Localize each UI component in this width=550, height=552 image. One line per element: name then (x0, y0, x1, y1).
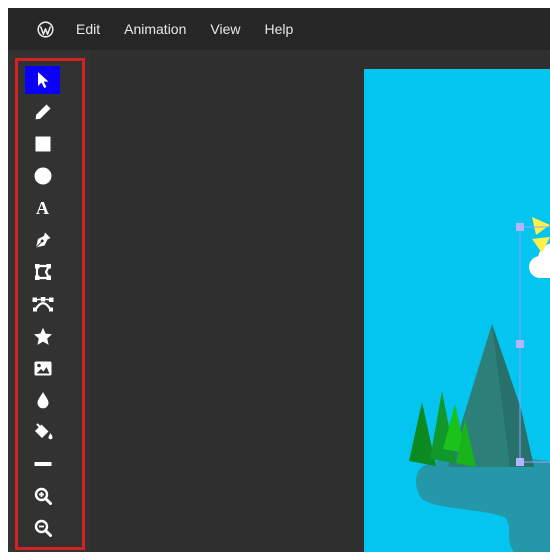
menu-animation[interactable]: Animation (124, 21, 186, 37)
line-icon (34, 462, 51, 466)
circle-icon (34, 167, 51, 185)
zoom-out-icon (34, 519, 52, 537)
image-icon (34, 361, 51, 375)
tool-pen[interactable] (25, 226, 60, 254)
square-icon (35, 136, 50, 152)
tool-line[interactable] (25, 450, 60, 478)
tool-image[interactable] (25, 354, 60, 382)
tool-fill[interactable] (25, 418, 60, 446)
cursor-arrow-icon (37, 72, 48, 88)
tool-pencil[interactable] (25, 98, 60, 126)
transform-shape-icon (34, 264, 51, 280)
tool-transform[interactable] (25, 258, 60, 286)
tool-palette: A (8, 50, 90, 552)
drawing-canvas[interactable] (364, 69, 550, 552)
tool-text[interactable]: A (25, 194, 60, 222)
menu-edit[interactable]: Edit (76, 21, 100, 37)
pen-nib-icon (35, 232, 50, 248)
lake-shape (416, 456, 550, 552)
workspace (90, 50, 550, 552)
tool-zoom-in[interactable] (25, 482, 60, 510)
menu-bar: Edit Animation View Help (8, 8, 550, 50)
tool-eyedropper[interactable] (25, 386, 60, 414)
canvas-artwork (409, 217, 550, 552)
tool-select[interactable] (25, 66, 60, 94)
pencil-icon (35, 104, 50, 120)
wordpress-logo-icon[interactable] (36, 20, 54, 38)
star-icon (33, 327, 52, 345)
tool-zoom-out[interactable] (25, 514, 60, 542)
tool-ellipse[interactable] (25, 162, 60, 190)
tool-star[interactable] (25, 322, 60, 350)
menu-view[interactable]: View (210, 21, 240, 37)
tool-rectangle[interactable] (25, 130, 60, 158)
paint-bucket-icon (34, 423, 52, 440)
droplet-icon (37, 392, 48, 409)
sun-ray-1 (532, 217, 550, 235)
bezier-curve-icon (32, 297, 53, 312)
tool-bezier[interactable] (25, 290, 60, 318)
text-a-icon: A (36, 197, 49, 218)
app-window: Edit Animation View Help A (8, 8, 550, 552)
menu-help[interactable]: Help (264, 21, 293, 37)
zoom-in-icon (34, 487, 52, 505)
